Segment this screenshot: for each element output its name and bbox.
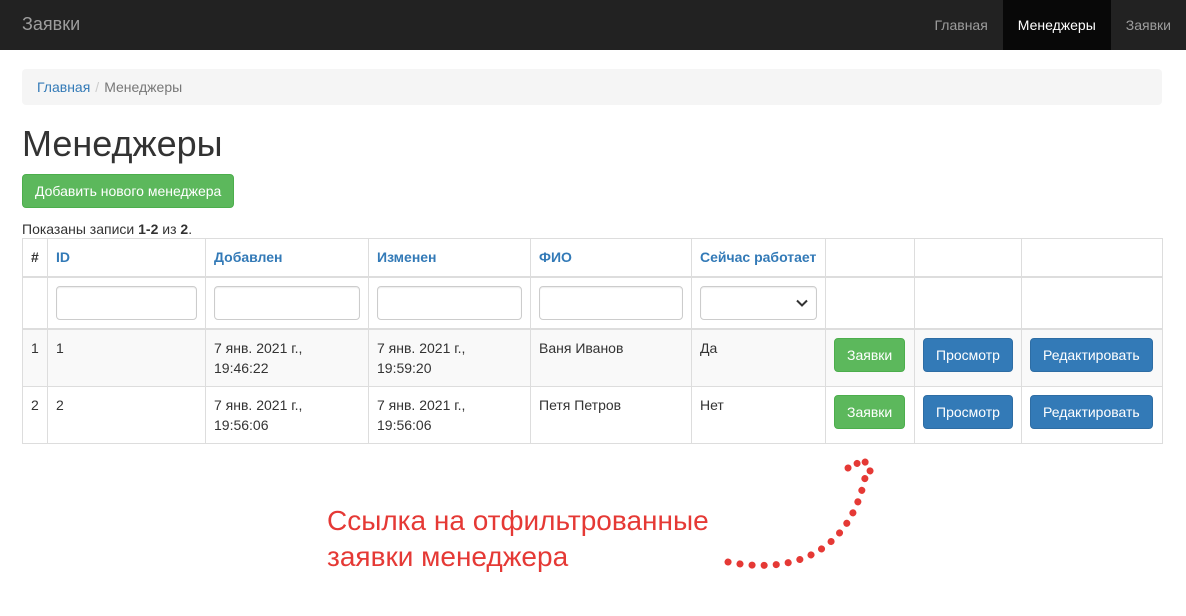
cell-action-view: Просмотр [914, 328, 1022, 387]
cell-name: Ваня Иванов [530, 328, 692, 387]
view-button[interactable]: Просмотр [923, 394, 1013, 429]
filter-changed-input[interactable] [377, 285, 522, 320]
cell-working: Да [691, 328, 826, 387]
navbar-brand[interactable]: Заявки [22, 13, 80, 35]
filter-cell-empty [1021, 276, 1163, 330]
filter-cell-empty [22, 276, 48, 330]
cell-id: 1 [47, 328, 206, 387]
edit-button[interactable]: Редактировать [1030, 337, 1153, 372]
breadcrumb: Главная / Менеджеры [22, 69, 1162, 105]
filter-added-input[interactable] [214, 285, 360, 320]
cell-action-requests: Заявки [825, 385, 915, 444]
filter-cell-id [47, 276, 206, 330]
annotation-line-1: Ссылка на отфильтрованные [327, 505, 709, 536]
breadcrumb-separator: / [95, 79, 100, 95]
cell-number: 2 [22, 385, 48, 444]
breadcrumb-home-link[interactable]: Главная [37, 79, 90, 95]
column-header-changed: Изменен [368, 238, 531, 278]
column-header-number: # [22, 238, 48, 278]
filter-cell-empty [825, 276, 915, 330]
annotation-line-2: заявки менеджера [327, 541, 569, 572]
column-header-empty [825, 238, 915, 278]
summary-suffix: . [188, 221, 193, 237]
breadcrumb-current: Менеджеры [104, 79, 183, 95]
cell-added: 7 янв. 2021 г., 19:46:22 [205, 328, 369, 387]
add-manager-button[interactable]: Добавить нового менеджера [22, 174, 234, 208]
cell-working: Нет [691, 385, 826, 444]
managers-table: # ID Добавлен Изменен ФИО Сейчас работае… [22, 238, 1163, 444]
view-button[interactable]: Просмотр [923, 337, 1013, 372]
sort-link-working[interactable]: Сейчас работает [700, 249, 816, 265]
summary-range: 1-2 [138, 221, 159, 237]
filter-cell-working [691, 276, 826, 330]
navbar: Заявки Главная Менеджеры Заявки [0, 0, 1186, 50]
filter-cell-empty [914, 276, 1022, 330]
cell-action-edit: Редактировать [1021, 328, 1163, 387]
chevron-down-icon [796, 294, 808, 314]
cell-action-view: Просмотр [914, 385, 1022, 444]
summary-mid: из [158, 221, 181, 237]
cell-name: Петя Петров [530, 385, 692, 444]
filter-working-select[interactable] [700, 285, 817, 320]
summary-prefix: Показаны записи [22, 221, 139, 237]
cell-action-edit: Редактировать [1021, 385, 1163, 444]
filter-id-input[interactable] [56, 285, 197, 320]
column-header-empty [914, 238, 1022, 278]
page-title: Менеджеры [22, 123, 223, 164]
nav-item-home[interactable]: Главная [920, 0, 1003, 50]
column-header-name: ФИО [530, 238, 692, 278]
navbar-menu: Главная Менеджеры Заявки [920, 0, 1186, 50]
filter-name-input[interactable] [539, 285, 683, 320]
nav-item-requests[interactable]: Заявки [1111, 0, 1186, 50]
column-header-working: Сейчас работает [691, 238, 826, 278]
sort-link-id[interactable]: ID [56, 249, 70, 265]
records-summary: Показаны записи 1-2 из 2. [22, 219, 192, 239]
edit-button[interactable]: Редактировать [1030, 394, 1153, 429]
nav-item-managers[interactable]: Менеджеры [1002, 0, 1111, 50]
cell-changed: 7 янв. 2021 г., 19:59:20 [368, 328, 531, 387]
table-row: 2 2 7 янв. 2021 г., 19:56:06 7 янв. 2021… [22, 385, 1163, 444]
filter-cell-name [530, 276, 692, 330]
sort-link-name[interactable]: ФИО [539, 249, 572, 265]
filter-cell-changed [368, 276, 531, 330]
requests-button[interactable]: Заявки [834, 394, 906, 429]
filter-row [22, 276, 1163, 330]
cell-id: 2 [47, 385, 206, 444]
annotation-text: Ссылка на отфильтрованные заявки менедже… [327, 503, 709, 575]
cell-number: 1 [22, 328, 48, 387]
table-header-row: # ID Добавлен Изменен ФИО Сейчас работае… [22, 238, 1163, 278]
cell-changed: 7 янв. 2021 г., 19:56:06 [368, 385, 531, 444]
cell-action-requests: Заявки [825, 328, 915, 387]
column-header-added: Добавлен [205, 238, 369, 278]
sort-link-changed[interactable]: Изменен [377, 249, 437, 265]
table-row: 1 1 7 янв. 2021 г., 19:46:22 7 янв. 2021… [22, 328, 1163, 387]
sort-link-added[interactable]: Добавлен [214, 249, 283, 265]
dotted-arrow-icon [724, 456, 878, 569]
column-header-id: ID [47, 238, 206, 278]
cell-added: 7 янв. 2021 г., 19:56:06 [205, 385, 369, 444]
column-header-empty [1021, 238, 1163, 278]
filter-cell-added [205, 276, 369, 330]
requests-button[interactable]: Заявки [834, 337, 906, 372]
